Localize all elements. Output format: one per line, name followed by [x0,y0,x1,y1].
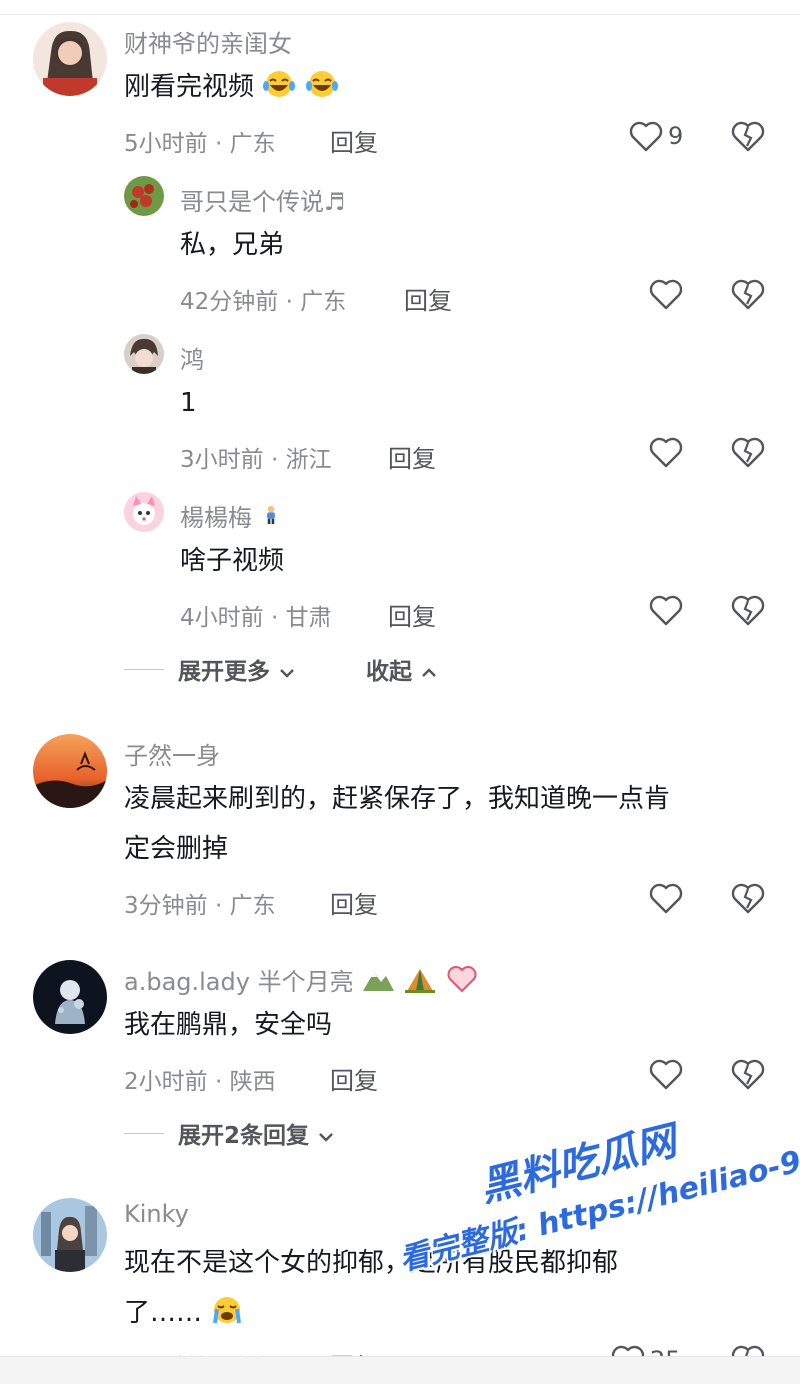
chevron-up-icon [422,668,436,677]
comment-username-text: a.bag.lady 半个月亮 [124,968,354,996]
reply-button[interactable]: 回复 [388,597,436,632]
comment-text: 私，兄弟 [180,230,285,260]
broken-heart-icon [731,595,765,626]
avatar[interactable] [124,176,164,216]
comment-username[interactable]: 楊楊梅 [180,498,282,533]
expand-replies-label: 展开2条回复 [178,1123,310,1149]
reply-controls: 展开更多 收起 [124,652,438,686]
comment-username[interactable]: 子然一身 [124,736,220,771]
comment-meta: 2小时前 · 陕西 [124,1069,276,1095]
dislike-button[interactable] [730,277,766,315]
like-button[interactable] [648,1057,684,1091]
like-count: 9 [668,122,684,150]
like-button[interactable] [648,277,684,311]
comment-username[interactable]: 哥只是个传说♬ [180,182,346,217]
comment-username[interactable]: a.bag.lady 半个月亮 [124,962,479,997]
dislike-button[interactable] [730,881,766,919]
dislike-button[interactable] [730,593,766,631]
heart-icon [649,279,683,310]
heart-icon [649,437,683,468]
dislike-button[interactable] [730,435,766,473]
broken-heart-icon [731,437,765,468]
avatar[interactable] [33,734,107,808]
laughing-tears-emoji-icon [263,71,296,97]
like-button[interactable] [648,593,684,627]
broken-heart-icon [731,279,765,310]
comment-meta: 5小时前 · 广东 [124,131,276,157]
expand-more-button[interactable]: 展开更多 [178,652,296,686]
comment-username-text: 楊楊梅 [180,504,252,532]
comment-meta: 3分钟前 · 广东 [124,893,276,919]
comment-meta: 4小时前 · 甘肃 [180,605,332,631]
comment-text: 现在不是这个女的抑郁，是所有股民都抑郁 [124,1248,619,1278]
comment-meta: 42分钟前 · 广东 [180,289,347,315]
divider [124,1132,164,1134]
comment-text: 1 [180,388,197,418]
collapse-button[interactable]: 收起 [366,652,438,686]
mountain-emoji-icon [363,972,395,991]
reply-controls: 展开2条回复 [124,1116,335,1150]
chevron-down-icon [280,669,294,678]
avatar[interactable] [33,22,107,96]
comment-username[interactable]: 财神爷的亲闺女 [124,24,292,59]
expand-more-label: 展开更多 [178,659,270,685]
heart-icon [629,121,663,152]
reply-button[interactable]: 回复 [330,123,378,158]
crying-face-emoji-icon [213,1297,242,1324]
reply-button[interactable]: 回复 [404,281,452,316]
comment-username[interactable]: 鸿 [180,340,204,375]
avatar[interactable] [124,492,164,532]
comment-text: 刚看完视频 [124,62,339,112]
comment-text: 啥子视频 [180,546,285,576]
avatar[interactable] [33,960,107,1034]
comment-text-body: 了…… [124,1298,203,1328]
reply-button[interactable]: 回复 [330,1061,378,1096]
like-button[interactable] [648,435,684,469]
comment-text: 了…… [124,1288,244,1338]
heart-outline-emoji-icon [447,966,476,993]
broken-heart-icon [731,883,765,914]
heart-icon [649,595,683,626]
avatar[interactable] [33,1198,107,1272]
top-divider [0,14,800,15]
chevron-down-icon [319,1133,333,1142]
like-button[interactable]: 9 [628,119,683,153]
person-emoji-icon [266,505,275,525]
heart-icon [649,883,683,914]
comment-text: 我在鹏鼎，安全吗 [124,1010,333,1040]
comment-text: 凌晨起来刷到的，赶紧保存了，我知道晚一点肯 [124,784,671,814]
expand-replies-button[interactable]: 展开2条回复 [178,1116,335,1150]
dislike-button[interactable] [730,119,766,157]
reply-button[interactable]: 回复 [330,885,378,920]
comment-meta: 3小时前 · 浙江 [180,447,332,473]
reply-button[interactable]: 回复 [388,439,436,474]
divider [124,668,164,670]
like-button[interactable] [648,881,684,915]
heart-icon [649,1059,683,1090]
broken-heart-icon [731,121,765,152]
comment-username[interactable]: Kinky [124,1200,189,1228]
camping-tent-emoji-icon [404,969,435,993]
laughing-tears-emoji-icon [305,71,338,97]
bottom-input-bar[interactable] [0,1356,800,1384]
collapse-label: 收起 [366,659,413,685]
comment-text: 定会删掉 [124,834,229,864]
comment-text-body: 刚看完视频 [124,72,255,102]
avatar[interactable] [124,334,164,374]
